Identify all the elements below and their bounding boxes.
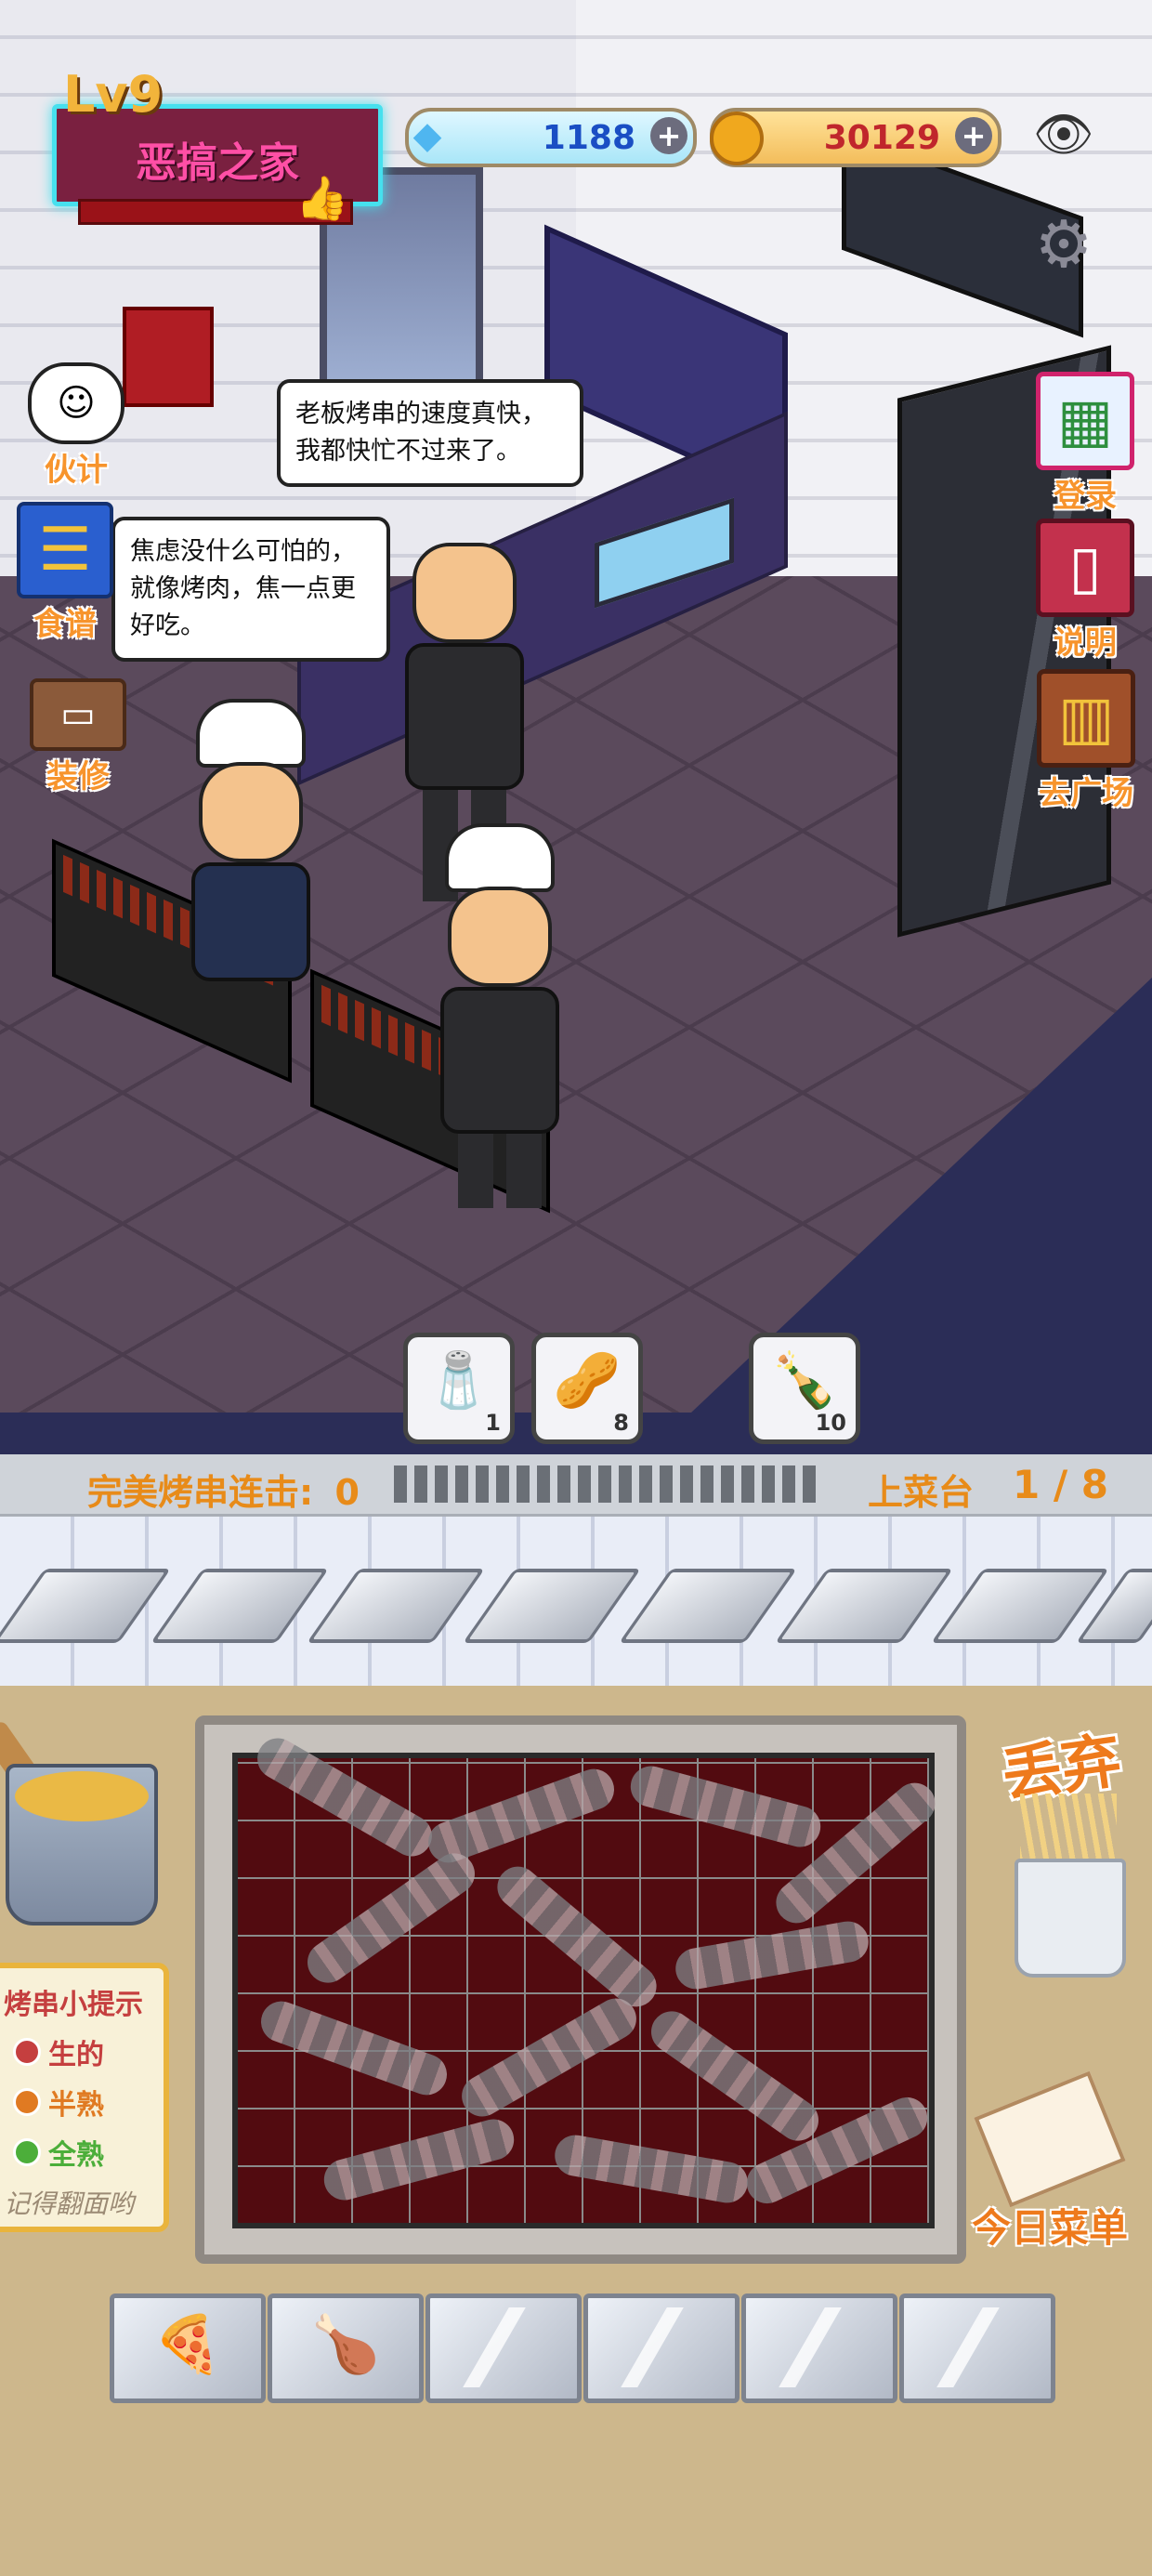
plaza-label: 去广场 [1039, 775, 1133, 812]
serving-plate[interactable] [0, 1569, 172, 1643]
skewer[interactable] [250, 1730, 439, 1864]
chef-male[interactable] [440, 823, 559, 1208]
chef-female[interactable] [191, 699, 310, 981]
combo-label: 完美烤串连击: 0 [87, 1472, 360, 1513]
discard-button[interactable]: 丢弃 [998, 1719, 1141, 1978]
serve-counter-value: 1 / 8 [1013, 1462, 1109, 1507]
recipe-label: 食谱 [33, 606, 97, 643]
gem-value: 1188 [542, 119, 635, 157]
recipe-button[interactable]: ☰ 食谱 [0, 502, 130, 644]
decor-label: 装修 [46, 758, 110, 795]
done-dot-icon [13, 2138, 41, 2166]
serving-shelf [0, 1517, 1152, 1686]
level-label: Lv9 [63, 65, 164, 124]
kitchen-scene: 老板烤串的速度真快，我都快忙不过来了。 焦虑没什么可怕的，就像烤肉，焦一点更好吃… [0, 0, 1152, 1454]
skewer[interactable] [489, 1858, 665, 2016]
help-button[interactable]: ▯ 说明 [1020, 519, 1150, 663]
tips-title: 烤串小提示 [4, 1989, 143, 2021]
coin-icon [710, 112, 764, 165]
dish-slot[interactable] [583, 2293, 740, 2403]
tip-done: 全熟 [13, 2132, 164, 2173]
serving-plate[interactable] [774, 1569, 954, 1643]
status-bar: 完美烤串连击: 0 上菜台 1 / 8 [0, 1454, 1152, 1517]
sauce-bucket[interactable] [0, 1708, 158, 1931]
today-menu-button[interactable]: 今日菜单 [957, 2070, 1143, 2254]
bucket-icon [6, 1764, 158, 1925]
serving-plate[interactable] [150, 1569, 330, 1643]
thumbs-up-icon: 👍 [295, 173, 349, 223]
skewer[interactable] [643, 2003, 827, 2149]
add-gems-button[interactable]: + [650, 117, 687, 154]
peanuts-icon: 🥜 [553, 1348, 622, 1412]
login-button[interactable]: ▦ 登录 [1020, 372, 1150, 516]
help-label: 说明 [1054, 624, 1117, 662]
menu-paper-icon [974, 2070, 1126, 2208]
dish-slot[interactable]: 🍗 [268, 2293, 424, 2403]
coin-counter: 30129 + [710, 108, 1001, 167]
cup-icon [1015, 1859, 1126, 1978]
dish-slot[interactable] [741, 2293, 897, 2403]
serve-counter-label: 上菜台 [868, 1472, 975, 1513]
skewer[interactable] [551, 2132, 752, 2206]
combo-progress-bar [394, 1465, 821, 1503]
plaza-button[interactable]: ▥ 去广场 [1007, 669, 1152, 813]
skewer[interactable] [319, 2114, 519, 2205]
today-menu-label: 今日菜单 [971, 2205, 1128, 2251]
calendar-icon: ▦ [1036, 372, 1134, 470]
chef-hat-icon: ☺ [28, 362, 124, 444]
book-icon: ▯ [1036, 519, 1134, 617]
grilling-tips-panel: 烤串小提示 生的 半熟 全熟 记得翻面哟 [0, 1963, 169, 2232]
skewer[interactable] [299, 1845, 483, 1991]
skewer[interactable] [767, 1774, 944, 1932]
recipe-book-icon: ☰ [17, 502, 113, 598]
combo-value: 0 [334, 1472, 360, 1513]
decor-button[interactable]: ▭ 装修 [13, 678, 143, 796]
diamond-icon: ◆ [412, 114, 442, 157]
gear-icon[interactable]: ⚙ [1029, 210, 1098, 279]
half-dot-icon [13, 2088, 41, 2116]
coin-value: 30129 [823, 119, 940, 157]
dish-slot[interactable]: 🍕 [110, 2293, 266, 2403]
door-icon: ▥ [1037, 669, 1135, 768]
staff-button[interactable]: ☺ 伙计 [11, 362, 141, 490]
chef-speech-bubble: 焦虑没什么可怕的，就像烤肉，焦一点更好吃。 [111, 517, 390, 662]
raw-dot-icon [13, 2038, 41, 2066]
pizza-icon: 🍕 [152, 2312, 223, 2377]
staff-label: 伙计 [45, 452, 108, 489]
login-label: 登录 [1054, 478, 1117, 515]
serving-plate[interactable] [618, 1569, 798, 1643]
tip-half: 半熟 [13, 2082, 164, 2123]
skewer[interactable] [625, 1761, 826, 1852]
boss-speech-bubble: 老板烤串的速度真快，我都快忙不过来了。 [277, 379, 583, 487]
skewer[interactable] [255, 1995, 453, 2101]
drumstick-icon: 🍗 [310, 2312, 381, 2377]
grill-grid[interactable] [232, 1730, 944, 2228]
table-icon: ▭ [30, 678, 126, 751]
ingredient-peanuts[interactable]: 🥜 8 [531, 1333, 643, 1444]
serving-plate[interactable] [462, 1569, 642, 1643]
eye-icon[interactable]: 👁 [1033, 106, 1094, 163]
grill-board[interactable] [195, 1715, 966, 2264]
salt-bag-icon: 🧂 [425, 1348, 493, 1412]
serving-plate[interactable] [306, 1569, 486, 1643]
dish-slot[interactable] [899, 2293, 1055, 2403]
ingredient-salt[interactable]: 🧂 1 [403, 1333, 515, 1444]
dish-slot[interactable] [425, 2293, 582, 2403]
ingredient-sauce[interactable]: 🍾 10 [749, 1333, 860, 1444]
skewer[interactable] [454, 1991, 644, 2124]
gem-counter: ◆ 1188 + [405, 108, 697, 167]
sauce-bottle-icon: 🍾 [770, 1348, 839, 1412]
add-coins-button[interactable]: + [955, 117, 992, 154]
tip-note: 记得翻面哟 [4, 2188, 135, 2219]
tip-raw: 生的 [13, 2031, 164, 2072]
skewer[interactable] [672, 1918, 872, 1992]
